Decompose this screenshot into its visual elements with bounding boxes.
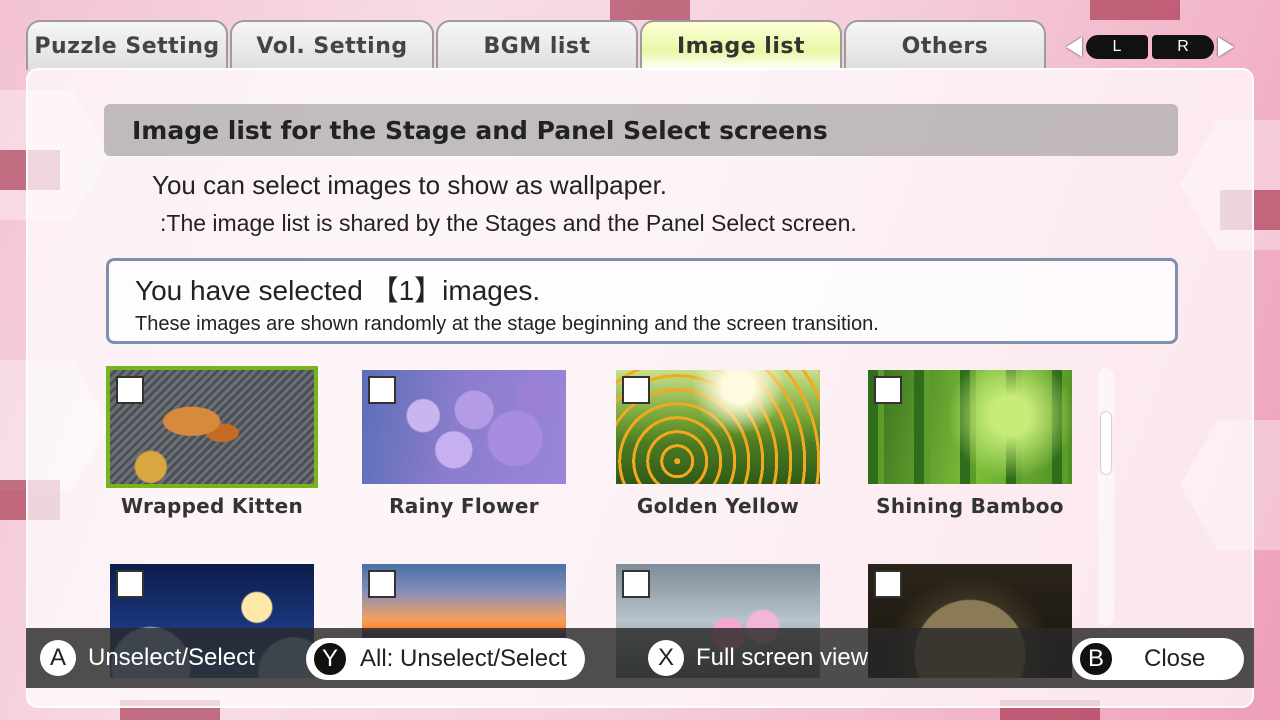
tab-image-list[interactable]: Image list xyxy=(640,20,842,70)
tab-vol-setting[interactable]: Vol. Setting xyxy=(230,20,434,70)
tab-prev-icon[interactable] xyxy=(1066,37,1082,57)
y-button-label: All: Unselect/Select xyxy=(360,645,567,672)
tab-bar: Puzzle Setting Vol. Setting BGM list Ima… xyxy=(26,20,1056,70)
b-button-icon: B xyxy=(1078,641,1114,677)
section-title: Image list for the Stage and Panel Selec… xyxy=(104,104,1178,156)
image-label: Shining Bamboo xyxy=(876,494,1064,518)
a-button-hint[interactable]: A Unselect/Select xyxy=(40,628,255,688)
close-label: Close xyxy=(1144,645,1206,672)
image-label: Golden Yellow xyxy=(636,494,800,518)
image-checkbox[interactable] xyxy=(368,570,396,598)
content-panel: Image list for the Stage and Panel Selec… xyxy=(26,68,1254,708)
controls-bar: A Unselect/Select Y All: Unselect/Select… xyxy=(26,628,1254,688)
shoulder-buttons: L R xyxy=(1066,34,1234,60)
image-checkbox[interactable] xyxy=(874,376,902,404)
image-checkbox[interactable] xyxy=(116,376,144,404)
tab-bgm-list[interactable]: BGM list xyxy=(436,20,638,70)
image-label: Rainy Flower xyxy=(389,494,539,518)
image-thumbnail[interactable] xyxy=(106,366,318,488)
tab-others[interactable]: Others xyxy=(844,20,1046,70)
image-checkbox[interactable] xyxy=(874,570,902,598)
selection-info-subtitle: These images are shown randomly at the s… xyxy=(135,313,879,335)
section-note: :The image list is shared by the Stages … xyxy=(160,210,857,236)
image-checkbox[interactable] xyxy=(368,376,396,404)
scrollbar-thumb[interactable] xyxy=(1101,412,1111,474)
a-button-label: Unselect/Select xyxy=(88,644,255,671)
image-thumbnail[interactable] xyxy=(864,366,1076,488)
a-button-icon: A xyxy=(40,640,76,676)
x-button-label: Full screen view xyxy=(696,644,869,671)
selection-info-box: You have selected 【1】images. These image… xyxy=(106,258,1178,344)
tab-puzzle-setting[interactable]: Puzzle Setting xyxy=(26,20,228,70)
image-checkbox[interactable] xyxy=(116,570,144,598)
image-label: Wrapped Kitten xyxy=(120,494,304,518)
close-button[interactable]: B Close xyxy=(1072,638,1244,680)
image-list-scrollbar[interactable] xyxy=(1098,368,1114,626)
r-button[interactable]: R xyxy=(1152,35,1214,59)
l-button[interactable]: L xyxy=(1086,35,1148,59)
image-checkbox[interactable] xyxy=(622,570,650,598)
tab-next-icon[interactable] xyxy=(1218,37,1234,57)
image-thumbnail[interactable] xyxy=(612,366,824,488)
x-button-hint[interactable]: X Full screen view xyxy=(648,628,868,688)
selection-count-text: You have selected 【1】images. xyxy=(135,275,541,306)
y-button-icon: Y xyxy=(312,641,348,677)
image-checkbox[interactable] xyxy=(622,376,650,404)
section-description: You can select images to show as wallpap… xyxy=(152,170,668,200)
x-button-icon: X xyxy=(648,640,684,676)
y-button-hint[interactable]: Y All: Unselect/Select xyxy=(306,638,585,680)
image-thumbnail[interactable] xyxy=(358,366,570,488)
